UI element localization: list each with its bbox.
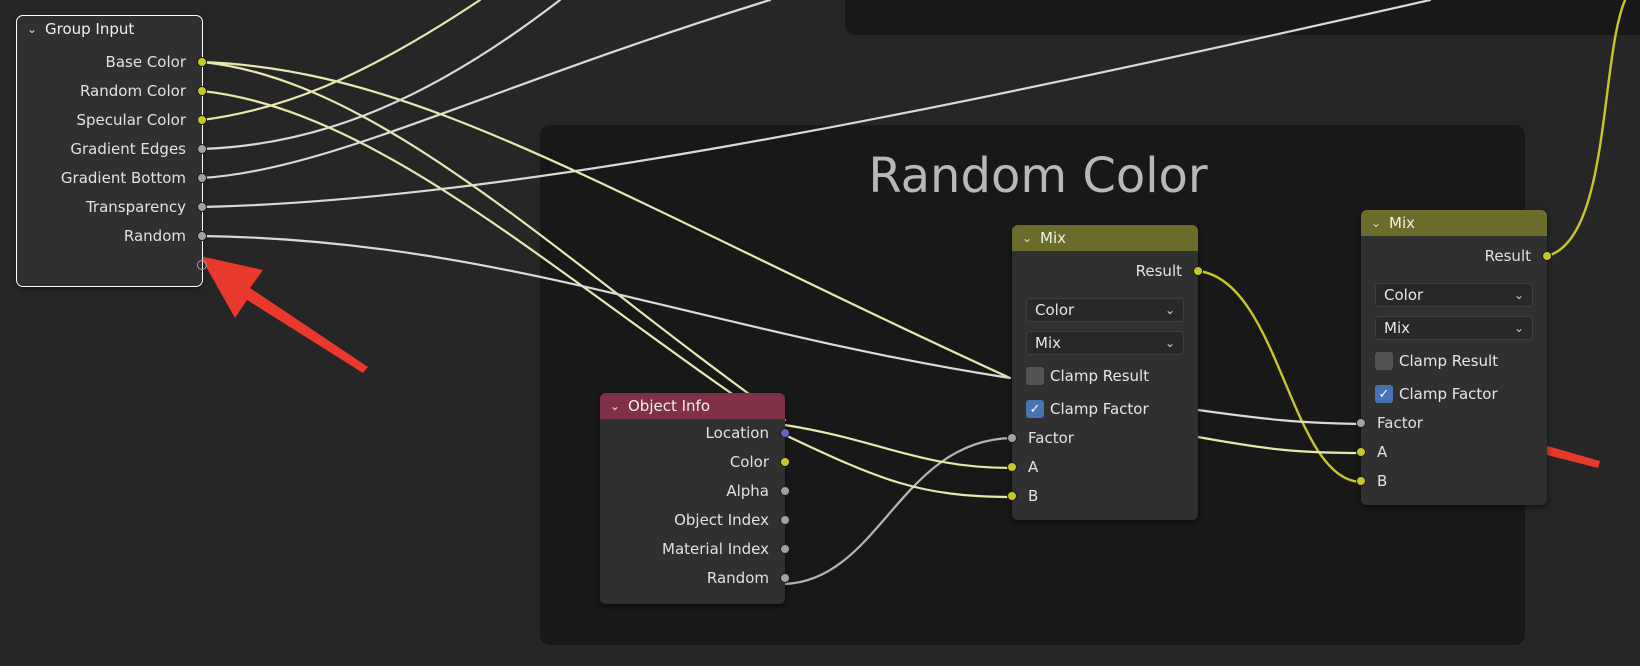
link-random-color-down [200,89,787,432]
output-random: Random [706,569,769,587]
clamp-result-label: Clamp Result [1399,352,1499,370]
blend-mode-value: Mix [1035,334,1061,352]
socket-empty[interactable] [197,260,207,270]
link-base-color-mix1b [200,60,1012,380]
output-random-color: Random Color [79,82,186,100]
checkmark-icon[interactable]: ✓ [1375,385,1393,403]
link-group-random [200,234,1012,380]
socket-alpha[interactable] [780,486,790,496]
socket-gradient-edges[interactable] [197,144,207,154]
data-type-value: Color [1035,301,1075,319]
checkbox-unchecked-icon[interactable] [1026,367,1044,385]
output-base-color: Base Color [105,53,186,71]
input-a: A [1377,443,1388,461]
input-a: A [1028,458,1039,476]
socket-factor[interactable] [1007,433,1017,443]
chevron-down-icon[interactable]: ⌄ [1022,231,1040,245]
socket-random[interactable] [780,573,790,583]
link-specular-up [200,0,482,122]
chevron-down-icon[interactable]: ⌄ [27,22,45,36]
socket-result[interactable] [1193,266,1203,276]
blend-mode-dropdown[interactable]: Mix ⌄ [1375,316,1533,340]
link-gradient-bottom-up [200,0,772,180]
socket-object-index[interactable] [780,515,790,525]
blend-mode-dropdown[interactable]: Mix ⌄ [1026,331,1184,355]
object-info-title: Object Info [628,397,711,415]
chevron-down-icon: ⌄ [1513,288,1524,302]
output-random: Random [123,227,186,245]
link-to-mix2-a [1196,435,1363,455]
link-mix2-result-out [1545,0,1627,258]
link-base-color-down [200,60,787,422]
socket-material-index[interactable] [780,544,790,554]
data-type-value: Color [1384,286,1424,304]
socket-result[interactable] [1542,251,1552,261]
group-input-header[interactable]: ⌄ Group Input [17,16,202,42]
clamp-factor-checkbox[interactable]: ✓ Clamp Factor [1375,382,1498,406]
socket-color[interactable] [780,457,790,467]
chevron-down-icon[interactable]: ⌄ [610,399,628,413]
input-factor: Factor [1377,414,1423,432]
socket-base-color[interactable] [197,57,207,67]
chevron-down-icon[interactable]: ⌄ [1371,216,1389,230]
link-transparency-up [200,0,1432,209]
link-objinfo-random-factor [783,436,1014,586]
mix-node-2-header[interactable]: ⌄ Mix [1361,210,1547,236]
chevron-down-icon: ⌄ [1513,321,1524,335]
group-input-node[interactable]: ⌄ Group Input Base Color Random Color Sp… [16,15,207,287]
socket-a[interactable] [1356,447,1366,457]
clamp-factor-label: Clamp Factor [1050,400,1149,418]
output-color: Color [729,453,769,471]
socket-b[interactable] [1007,491,1017,501]
data-type-dropdown[interactable]: Color ⌄ [1026,298,1184,322]
output-specular-color: Specular Color [76,111,186,129]
chevron-down-icon: ⌄ [1164,303,1175,317]
clamp-result-label: Clamp Result [1050,367,1150,385]
output-location: Location [705,424,769,442]
mix-node-1-header[interactable]: ⌄ Mix [1012,225,1198,251]
group-input-title: Group Input [45,20,135,38]
output-result: Result [1135,262,1182,280]
object-info-node[interactable]: ⌄ Object Info Location Color Alpha Objec… [600,393,790,604]
input-factor: Factor [1028,429,1074,447]
clamp-result-checkbox[interactable]: Clamp Result [1026,364,1149,388]
input-b: B [1028,487,1039,505]
clamp-result-checkbox[interactable]: Clamp Result [1375,349,1498,373]
mix-node-2-title: Mix [1389,214,1415,232]
mix-node-2[interactable]: ⌄ Mix Result Color ⌄ Mix ⌄ Clamp Result … [1356,210,1552,505]
checkmark-icon[interactable]: ✓ [1026,400,1044,418]
socket-a[interactable] [1007,462,1017,472]
link-into-mix1-a [783,423,1014,470]
socket-location[interactable] [780,428,790,438]
output-alpha: Alpha [726,482,769,500]
clamp-factor-checkbox[interactable]: ✓ Clamp Factor [1026,397,1149,421]
socket-gradient-bottom[interactable] [197,173,207,183]
socket-random[interactable] [197,231,207,241]
socket-b[interactable] [1356,476,1366,486]
object-info-header[interactable]: ⌄ Object Info [600,393,785,419]
output-gradient-edges: Gradient Edges [70,140,186,158]
data-type-dropdown[interactable]: Color ⌄ [1375,283,1533,307]
blend-mode-value: Mix [1384,319,1410,337]
mix-node-1-title: Mix [1040,229,1066,247]
output-material-index: Material Index [662,540,769,558]
socket-random-color[interactable] [197,86,207,96]
mix-node-1[interactable]: ⌄ Mix Result Color ⌄ Mix ⌄ Clamp Result … [1007,225,1203,520]
socket-specular-color[interactable] [197,115,207,125]
output-object-index: Object Index [674,511,769,529]
socket-transparency[interactable] [197,202,207,212]
link-to-mix2-factor [1196,408,1363,426]
chevron-down-icon: ⌄ [1164,336,1175,350]
clamp-factor-label: Clamp Factor [1399,385,1498,403]
input-b: B [1377,472,1388,490]
output-gradient-bottom: Gradient Bottom [60,169,186,187]
arrow-left-annotation [200,256,368,373]
output-result: Result [1484,247,1531,265]
output-transparency: Transparency [85,198,186,216]
checkbox-unchecked-icon[interactable] [1375,352,1393,370]
socket-factor[interactable] [1356,418,1366,428]
